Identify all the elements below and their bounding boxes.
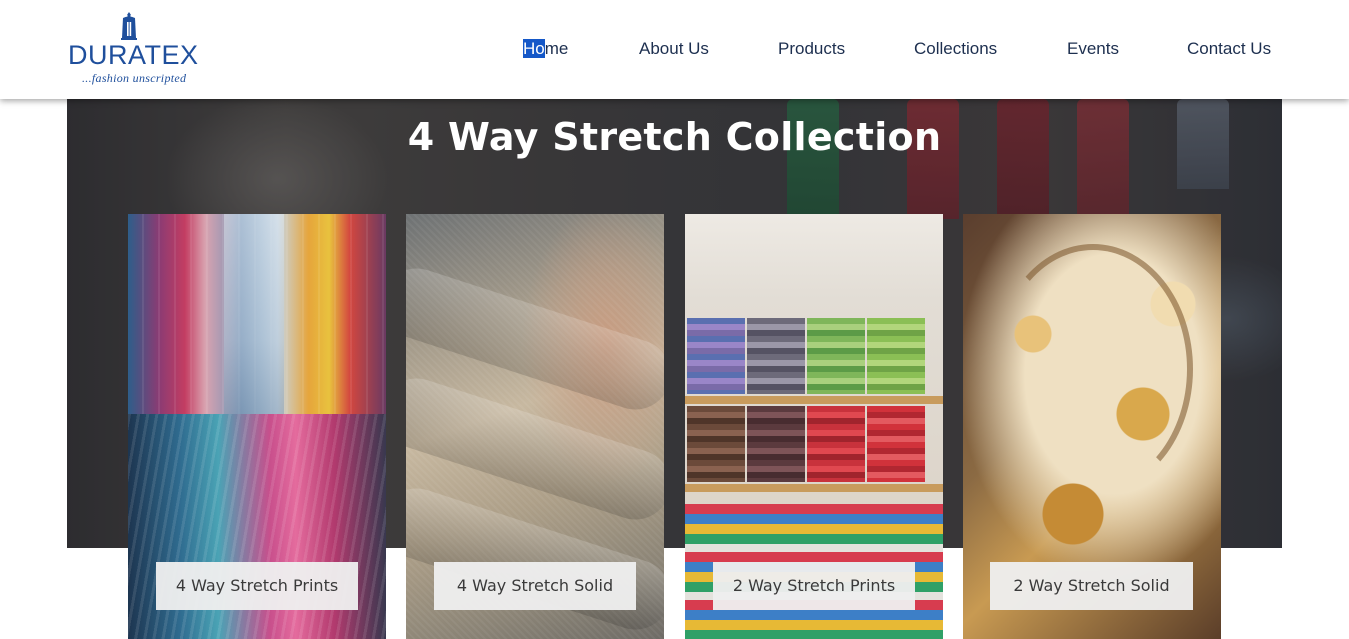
factory-hall-detail (224, 214, 284, 424)
nav-contact-us[interactable]: Contact Us (1187, 37, 1271, 61)
shelf-board (685, 396, 943, 404)
collection-card-label[interactable]: 2 Way Stretch Prints (713, 562, 915, 610)
nav-home[interactable]: Home (523, 37, 568, 61)
collection-card-label[interactable]: 4 Way Stretch Prints (156, 562, 358, 610)
shelf-board (685, 484, 943, 492)
nav-products[interactable]: Products (778, 37, 845, 61)
nav-collections[interactable]: Collections (914, 37, 997, 61)
nav-about-us[interactable]: About Us (639, 37, 709, 61)
collection-card-label[interactable]: 4 Way Stretch Solid (434, 562, 636, 610)
fabric-stack (867, 406, 925, 482)
fabric-stack (867, 318, 925, 394)
paisley-curl (993, 244, 1193, 494)
collection-card-2-way-stretch-solid[interactable]: 2 Way Stretch Solid (963, 214, 1221, 639)
fabric-stack (747, 318, 805, 394)
collection-card-4-way-stretch-solid[interactable]: 4 Way Stretch Solid (406, 214, 664, 639)
collection-card-4-way-stretch-prints[interactable]: 4 Way Stretch Prints (128, 214, 386, 639)
nav-home-highlight: Ho (523, 39, 545, 58)
brand-tagline: ...fashion unscripted (82, 71, 187, 85)
nav-events[interactable]: Events (1067, 37, 1119, 61)
nav-home-rest: me (544, 39, 569, 58)
page-title: 4 Way Stretch Collection (407, 115, 942, 159)
collection-card-2-way-stretch-prints[interactable]: 2 Way Stretch Prints (685, 214, 943, 639)
fabric-stack (807, 406, 865, 482)
logo-emblem-icon (121, 12, 137, 40)
fabric-stack (687, 406, 745, 482)
fabric-stack (807, 318, 865, 394)
site-header: DURATEX ...fashion unscripted Home About… (0, 0, 1349, 99)
main-navigation: Home About Us Products Collections Event… (0, 37, 1349, 63)
fabric-stack (747, 406, 805, 482)
collection-card-label[interactable]: 2 Way Stretch Solid (990, 562, 1193, 610)
fabric-stack (687, 318, 745, 394)
